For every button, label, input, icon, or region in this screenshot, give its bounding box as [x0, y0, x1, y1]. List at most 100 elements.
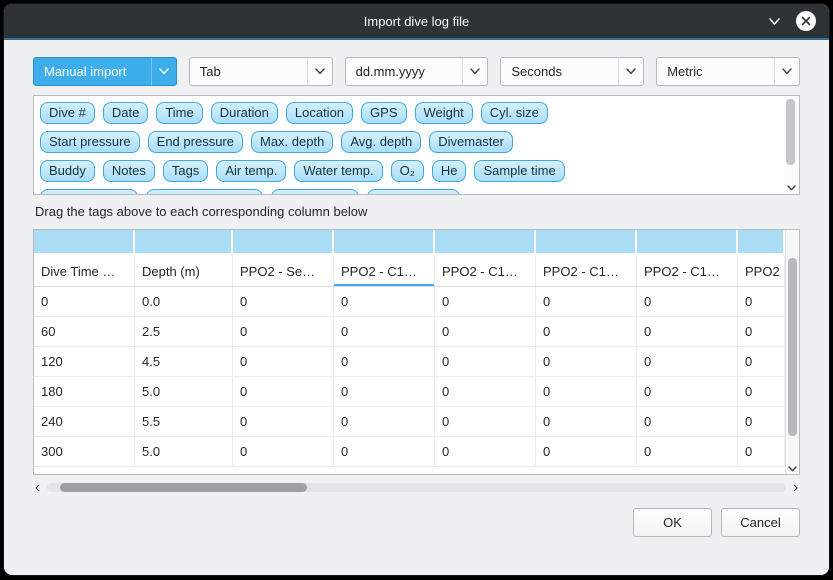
table-row: 2405.5000000 [34, 407, 785, 437]
table-row: 1204.5000000 [34, 347, 785, 377]
tag-sample-po[interactable]: Sample pO₂ [271, 189, 359, 195]
drop-target-cell[interactable] [536, 230, 637, 253]
scrollbar-thumb[interactable] [786, 99, 795, 165]
chevron-down-icon [618, 58, 643, 85]
table-cell: 0 [435, 287, 536, 316]
tag-max-depth[interactable]: Max. depth [251, 131, 333, 153]
table-cell: 0 [34, 287, 135, 316]
table-horizontal-scrollbar[interactable]: ‹ › [33, 479, 800, 496]
drop-target-cell[interactable] [738, 230, 785, 253]
table-cell: 240 [34, 407, 135, 436]
drop-target-cell[interactable] [233, 230, 334, 253]
scrollbar-track[interactable] [47, 483, 786, 492]
tag-cyl-size[interactable]: Cyl. size [481, 102, 548, 124]
table-cell: 0 [334, 317, 435, 346]
scroll-down-arrow[interactable] [786, 466, 799, 472]
tag-duration[interactable]: Duration [211, 102, 278, 124]
combo-duration-format[interactable]: Seconds [500, 57, 644, 86]
table-cell: 0 [738, 377, 785, 406]
cancel-button[interactable]: Cancel [721, 508, 800, 537]
preview-table: Dive Time …Depth (m)PPO2 - Se…PPO2 - C1…… [33, 229, 800, 475]
tag-panel-scrollbar[interactable] [784, 97, 798, 193]
tag-sample-time[interactable]: Sample time [474, 160, 564, 182]
column-header[interactable]: PPO2 [738, 256, 785, 286]
column-header[interactable]: PPO2 - C1… [536, 256, 637, 286]
tag-start-pressure[interactable]: Start pressure [40, 131, 140, 153]
tag-date[interactable]: Date [103, 102, 148, 124]
table-cell: 0 [738, 347, 785, 376]
table-cell: 0.0 [135, 287, 233, 316]
close-icon [801, 16, 811, 26]
tag-weight[interactable]: Weight [415, 102, 473, 124]
titlebar[interactable]: Import dive log file [4, 4, 829, 40]
column-header[interactable]: Depth (m) [135, 256, 233, 286]
scroll-right-arrow[interactable]: › [791, 481, 800, 495]
chevron-down-icon [774, 58, 799, 85]
tag-time[interactable]: Time [156, 102, 202, 124]
column-header[interactable]: PPO2 - C1… [435, 256, 536, 286]
table-cell: 0 [334, 347, 435, 376]
tag-row: Dive # Date Time Duration Location GPS Weight C… [40, 102, 777, 124]
table-cell: 180 [34, 377, 135, 406]
column-header[interactable]: Dive Time … [34, 256, 135, 286]
column-header[interactable]: PPO2 - C1… [637, 256, 738, 286]
tag-water-temp[interactable]: Water temp. [294, 160, 382, 182]
table-cell: 0 [536, 377, 637, 406]
tag-sample-pressure[interactable]: Sample pressure [146, 189, 262, 195]
combo-units[interactable]: Metric [656, 57, 800, 86]
table-cell: 0 [536, 287, 637, 316]
table-cell: 0 [334, 407, 435, 436]
drop-target-cell[interactable] [334, 230, 435, 253]
tag-buddy[interactable]: Buddy [40, 160, 95, 182]
tag-dive[interactable]: Dive # [40, 102, 95, 124]
tag-o[interactable]: O₂ [391, 160, 424, 182]
table-cell: 0 [637, 407, 738, 436]
table-cell: 0 [637, 287, 738, 316]
tag-sample-cns[interactable]: Sample CNS [367, 189, 460, 195]
table-cell: 2.5 [135, 317, 233, 346]
table-cell: 0 [233, 287, 334, 316]
tag-gps[interactable]: GPS [361, 102, 406, 124]
tag-tags[interactable]: Tags [163, 160, 208, 182]
tag-end-pressure[interactable]: End pressure [148, 131, 243, 153]
scrollbar-thumb[interactable] [788, 258, 797, 436]
table-cell: 5.0 [135, 377, 233, 406]
scroll-left-arrow[interactable]: ‹ [33, 481, 42, 495]
drop-target-cell[interactable] [435, 230, 536, 253]
chevron-down-icon [462, 58, 487, 85]
chevron-down-icon[interactable] [768, 17, 781, 26]
chevron-down-icon [307, 58, 332, 85]
combo-import-mode[interactable]: Manual import [33, 57, 177, 86]
table-cell: 0 [435, 317, 536, 346]
window-title: Import dive log file [364, 14, 470, 29]
ok-button[interactable]: OK [633, 508, 712, 537]
close-button[interactable] [796, 11, 816, 31]
tag-notes[interactable]: Notes [103, 160, 155, 182]
scrollbar-thumb[interactable] [60, 483, 307, 492]
table-cell: 0 [435, 437, 536, 466]
table-cell: 0 [637, 317, 738, 346]
table-row: 602.5000000 [34, 317, 785, 347]
column-header[interactable]: PPO2 - C1… [334, 256, 435, 286]
tag-air-temp[interactable]: Air temp. [216, 160, 286, 182]
import-dialog-window: Import dive log file Manual import Tab dd.… [3, 3, 830, 576]
drop-target-cell[interactable] [637, 230, 738, 253]
drop-target-cell[interactable] [34, 230, 135, 253]
tag-sample-depth[interactable]: Sample depth [40, 189, 138, 195]
instruction-label: Drag the tags above to each correspondin… [35, 204, 800, 220]
table-row: 1805.0000000 [34, 377, 785, 407]
scroll-down-arrow[interactable] [784, 185, 798, 191]
tag-divemaster[interactable]: Divemaster [429, 131, 513, 153]
combo-date-format[interactable]: dd.mm.yyyy [345, 57, 489, 86]
tag-location[interactable]: Location [286, 102, 353, 124]
drop-target-cell[interactable] [135, 230, 233, 253]
combo-field-separator[interactable]: Tab [189, 57, 333, 86]
table-cell: 0 [233, 347, 334, 376]
table-cell: 0 [536, 437, 637, 466]
tag-avg-depth[interactable]: Avg. depth [341, 131, 421, 153]
column-header[interactable]: PPO2 - Se… [233, 256, 334, 286]
combo-value: Tab [190, 64, 307, 79]
table-vertical-scrollbar[interactable] [785, 230, 799, 474]
toolbar: Manual import Tab dd.mm.yyyy Seconds Metric [33, 57, 800, 86]
tag-he[interactable]: He [432, 160, 467, 182]
